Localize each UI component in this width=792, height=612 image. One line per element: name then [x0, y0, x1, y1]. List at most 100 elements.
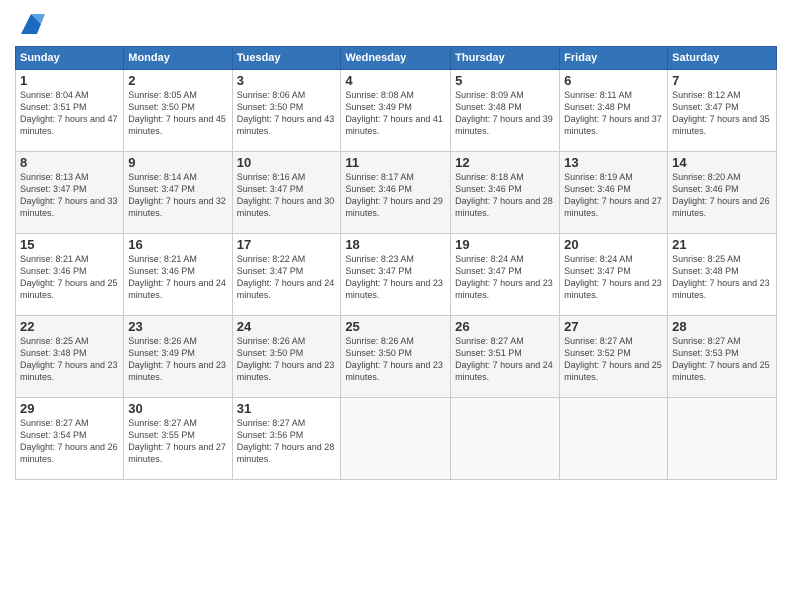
calendar-day-header: Tuesday [232, 47, 341, 70]
calendar-day-header: Monday [124, 47, 232, 70]
calendar-cell: 5Sunrise: 8:09 AMSunset: 3:48 PMDaylight… [451, 70, 560, 152]
day-number: 15 [20, 237, 119, 252]
calendar-cell: 13Sunrise: 8:19 AMSunset: 3:46 PMDayligh… [560, 152, 668, 234]
calendar-cell: 25Sunrise: 8:26 AMSunset: 3:50 PMDayligh… [341, 316, 451, 398]
day-number: 21 [672, 237, 772, 252]
calendar-cell: 31Sunrise: 8:27 AMSunset: 3:56 PMDayligh… [232, 398, 341, 480]
calendar-cell: 26Sunrise: 8:27 AMSunset: 3:51 PMDayligh… [451, 316, 560, 398]
calendar-cell: 29Sunrise: 8:27 AMSunset: 3:54 PMDayligh… [16, 398, 124, 480]
calendar-cell: 10Sunrise: 8:16 AMSunset: 3:47 PMDayligh… [232, 152, 341, 234]
day-content: Sunrise: 8:20 AMSunset: 3:46 PMDaylight:… [672, 171, 772, 220]
day-content: Sunrise: 8:21 AMSunset: 3:46 PMDaylight:… [128, 253, 227, 302]
day-number: 8 [20, 155, 119, 170]
calendar-table: SundayMondayTuesdayWednesdayThursdayFrid… [15, 46, 777, 480]
calendar-cell: 22Sunrise: 8:25 AMSunset: 3:48 PMDayligh… [16, 316, 124, 398]
day-number: 10 [237, 155, 337, 170]
calendar-day-header: Friday [560, 47, 668, 70]
day-number: 30 [128, 401, 227, 416]
calendar-cell: 1Sunrise: 8:04 AMSunset: 3:51 PMDaylight… [16, 70, 124, 152]
day-number: 16 [128, 237, 227, 252]
calendar-cell: 11Sunrise: 8:17 AMSunset: 3:46 PMDayligh… [341, 152, 451, 234]
day-number: 27 [564, 319, 663, 334]
day-number: 26 [455, 319, 555, 334]
day-content: Sunrise: 8:14 AMSunset: 3:47 PMDaylight:… [128, 171, 227, 220]
page: SundayMondayTuesdayWednesdayThursdayFrid… [0, 0, 792, 612]
day-number: 24 [237, 319, 337, 334]
calendar-week-row: 15Sunrise: 8:21 AMSunset: 3:46 PMDayligh… [16, 234, 777, 316]
day-content: Sunrise: 8:27 AMSunset: 3:56 PMDaylight:… [237, 417, 337, 466]
calendar-cell: 18Sunrise: 8:23 AMSunset: 3:47 PMDayligh… [341, 234, 451, 316]
day-number: 12 [455, 155, 555, 170]
day-number: 19 [455, 237, 555, 252]
calendar-cell: 7Sunrise: 8:12 AMSunset: 3:47 PMDaylight… [668, 70, 777, 152]
day-content: Sunrise: 8:27 AMSunset: 3:52 PMDaylight:… [564, 335, 663, 384]
day-number: 23 [128, 319, 227, 334]
day-content: Sunrise: 8:04 AMSunset: 3:51 PMDaylight:… [20, 89, 119, 138]
calendar-cell: 9Sunrise: 8:14 AMSunset: 3:47 PMDaylight… [124, 152, 232, 234]
day-number: 22 [20, 319, 119, 334]
day-number: 1 [20, 73, 119, 88]
calendar-cell [341, 398, 451, 480]
calendar-cell: 2Sunrise: 8:05 AMSunset: 3:50 PMDaylight… [124, 70, 232, 152]
calendar-day-header: Sunday [16, 47, 124, 70]
calendar-cell: 4Sunrise: 8:08 AMSunset: 3:49 PMDaylight… [341, 70, 451, 152]
calendar-cell: 16Sunrise: 8:21 AMSunset: 3:46 PMDayligh… [124, 234, 232, 316]
day-content: Sunrise: 8:24 AMSunset: 3:47 PMDaylight:… [564, 253, 663, 302]
day-number: 14 [672, 155, 772, 170]
day-content: Sunrise: 8:22 AMSunset: 3:47 PMDaylight:… [237, 253, 337, 302]
day-number: 25 [345, 319, 446, 334]
day-content: Sunrise: 8:27 AMSunset: 3:51 PMDaylight:… [455, 335, 555, 384]
day-number: 6 [564, 73, 663, 88]
calendar-week-row: 29Sunrise: 8:27 AMSunset: 3:54 PMDayligh… [16, 398, 777, 480]
calendar-cell: 30Sunrise: 8:27 AMSunset: 3:55 PMDayligh… [124, 398, 232, 480]
logo [15, 10, 45, 38]
day-content: Sunrise: 8:19 AMSunset: 3:46 PMDaylight:… [564, 171, 663, 220]
day-content: Sunrise: 8:18 AMSunset: 3:46 PMDaylight:… [455, 171, 555, 220]
calendar-cell: 20Sunrise: 8:24 AMSunset: 3:47 PMDayligh… [560, 234, 668, 316]
calendar-cell: 14Sunrise: 8:20 AMSunset: 3:46 PMDayligh… [668, 152, 777, 234]
day-number: 13 [564, 155, 663, 170]
calendar-cell: 28Sunrise: 8:27 AMSunset: 3:53 PMDayligh… [668, 316, 777, 398]
calendar-cell: 15Sunrise: 8:21 AMSunset: 3:46 PMDayligh… [16, 234, 124, 316]
calendar-cell: 12Sunrise: 8:18 AMSunset: 3:46 PMDayligh… [451, 152, 560, 234]
day-content: Sunrise: 8:17 AMSunset: 3:46 PMDaylight:… [345, 171, 446, 220]
day-content: Sunrise: 8:09 AMSunset: 3:48 PMDaylight:… [455, 89, 555, 138]
day-content: Sunrise: 8:25 AMSunset: 3:48 PMDaylight:… [672, 253, 772, 302]
calendar-day-header: Wednesday [341, 47, 451, 70]
day-number: 17 [237, 237, 337, 252]
calendar-week-row: 8Sunrise: 8:13 AMSunset: 3:47 PMDaylight… [16, 152, 777, 234]
day-content: Sunrise: 8:26 AMSunset: 3:50 PMDaylight:… [345, 335, 446, 384]
calendar-cell: 21Sunrise: 8:25 AMSunset: 3:48 PMDayligh… [668, 234, 777, 316]
day-content: Sunrise: 8:27 AMSunset: 3:55 PMDaylight:… [128, 417, 227, 466]
calendar-cell: 24Sunrise: 8:26 AMSunset: 3:50 PMDayligh… [232, 316, 341, 398]
calendar-cell: 17Sunrise: 8:22 AMSunset: 3:47 PMDayligh… [232, 234, 341, 316]
day-number: 29 [20, 401, 119, 416]
calendar-week-row: 1Sunrise: 8:04 AMSunset: 3:51 PMDaylight… [16, 70, 777, 152]
calendar-cell [668, 398, 777, 480]
day-content: Sunrise: 8:16 AMSunset: 3:47 PMDaylight:… [237, 171, 337, 220]
calendar-day-header: Thursday [451, 47, 560, 70]
day-content: Sunrise: 8:24 AMSunset: 3:47 PMDaylight:… [455, 253, 555, 302]
day-content: Sunrise: 8:08 AMSunset: 3:49 PMDaylight:… [345, 89, 446, 138]
day-number: 18 [345, 237, 446, 252]
calendar-header-row: SundayMondayTuesdayWednesdayThursdayFrid… [16, 47, 777, 70]
day-content: Sunrise: 8:21 AMSunset: 3:46 PMDaylight:… [20, 253, 119, 302]
day-content: Sunrise: 8:11 AMSunset: 3:48 PMDaylight:… [564, 89, 663, 138]
day-number: 31 [237, 401, 337, 416]
calendar-cell: 8Sunrise: 8:13 AMSunset: 3:47 PMDaylight… [16, 152, 124, 234]
day-number: 28 [672, 319, 772, 334]
day-number: 4 [345, 73, 446, 88]
day-content: Sunrise: 8:06 AMSunset: 3:50 PMDaylight:… [237, 89, 337, 138]
calendar-day-header: Saturday [668, 47, 777, 70]
calendar-week-row: 22Sunrise: 8:25 AMSunset: 3:48 PMDayligh… [16, 316, 777, 398]
calendar-cell: 23Sunrise: 8:26 AMSunset: 3:49 PMDayligh… [124, 316, 232, 398]
calendar-cell [451, 398, 560, 480]
day-content: Sunrise: 8:27 AMSunset: 3:54 PMDaylight:… [20, 417, 119, 466]
day-content: Sunrise: 8:13 AMSunset: 3:47 PMDaylight:… [20, 171, 119, 220]
day-content: Sunrise: 8:26 AMSunset: 3:49 PMDaylight:… [128, 335, 227, 384]
header [15, 10, 777, 38]
day-number: 5 [455, 73, 555, 88]
day-content: Sunrise: 8:27 AMSunset: 3:53 PMDaylight:… [672, 335, 772, 384]
day-number: 3 [237, 73, 337, 88]
calendar-cell: 3Sunrise: 8:06 AMSunset: 3:50 PMDaylight… [232, 70, 341, 152]
